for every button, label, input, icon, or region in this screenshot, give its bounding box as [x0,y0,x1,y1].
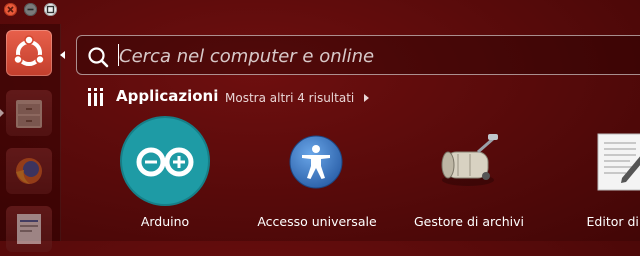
app-tile-universal-access[interactable]: Accesso universale [242,110,392,240]
ubuntu-logo-icon [13,35,45,66]
text-caret [118,44,119,66]
launcher [0,24,61,252]
app-tile-text-editor[interactable]: Editor di te [546,110,640,240]
chevron-right-icon[interactable] [364,94,369,102]
app-label: Gestore di archivi [413,214,524,229]
minimize-icon [27,8,34,11]
search-icon [88,47,109,68]
minimize-button[interactable] [24,3,37,16]
close-icon [7,6,14,13]
maximize-icon [46,5,55,14]
universal-access-icon [289,135,343,189]
show-more-results-link[interactable]: Mostra altri 4 risultati [225,91,354,105]
arduino-icon [120,116,210,206]
app-label: Arduino [140,214,190,229]
firefox-icon [16,158,42,184]
launcher-running-indicator [0,109,4,117]
app-tile-archive-manager[interactable]: Gestore di archivi [394,110,544,240]
launcher-firefox-button[interactable] [6,148,52,194]
app-tile-arduino[interactable]: Arduino [90,110,240,240]
app-label: Editor di te [586,214,640,229]
launcher-writer-button[interactable] [6,206,52,252]
text-editor-icon [597,133,640,191]
launcher-dash-button[interactable] [6,30,52,76]
writer-document-icon [17,214,41,244]
maximize-button[interactable] [44,3,57,16]
app-label: Accesso universale [257,214,377,229]
file-cabinet-icon [16,100,42,128]
category-title: Applicazioni [116,87,219,105]
launcher-active-indicator [60,51,65,59]
archive-manager-icon [441,134,498,186]
search-input[interactable] [117,42,621,70]
applications-category-icon [88,88,103,106]
search-bar[interactable] [76,35,640,75]
launcher-files-button[interactable] [6,90,52,136]
close-button[interactable] [4,3,17,16]
